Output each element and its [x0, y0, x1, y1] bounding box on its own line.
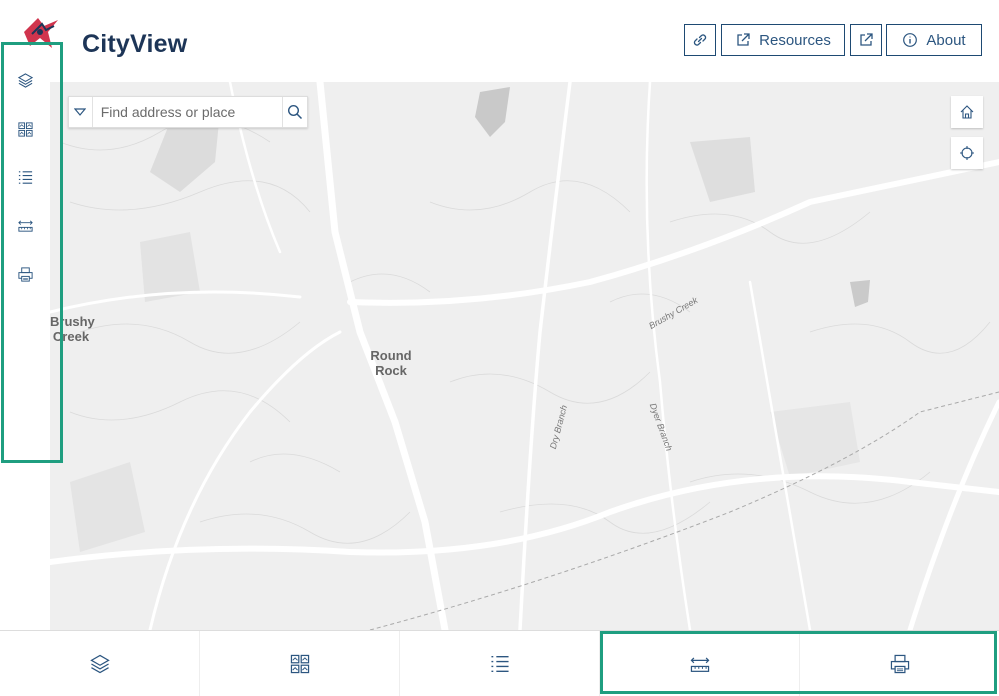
external-link-icon — [737, 33, 750, 46]
about-button[interactable]: About — [886, 24, 982, 56]
basemap-gallery-icon — [17, 121, 33, 137]
print-icon — [890, 654, 909, 673]
left-toolbar — [0, 56, 50, 696]
layers-icon — [17, 72, 33, 88]
bottom-basemap-gallery-button[interactable] — [200, 631, 400, 696]
search-input[interactable] — [92, 97, 282, 127]
about-label: About — [926, 31, 966, 49]
place-label-brushy-creek: Brushy Creek — [50, 314, 95, 344]
app-title: CityView — [82, 30, 188, 58]
legend-icon — [490, 655, 509, 672]
bottom-layers-button[interactable] — [0, 631, 200, 696]
search-button[interactable] — [281, 97, 307, 127]
map-view[interactable]: Brushy Creek Round Rock Brushy Creek Dry… — [50, 82, 999, 630]
home-button[interactable] — [951, 96, 983, 128]
print-button[interactable] — [10, 259, 40, 289]
triangle-down-icon — [74, 108, 87, 116]
locate-crosshair-icon — [960, 146, 974, 160]
home-icon — [960, 105, 974, 119]
resources-button[interactable]: Resources — [721, 24, 845, 56]
basemap — [50, 82, 999, 630]
basemap-gallery-icon — [290, 654, 309, 673]
bottom-legend-button[interactable] — [400, 631, 600, 696]
place-label-text: Round Rock — [370, 348, 412, 378]
measure-icon — [690, 656, 709, 672]
bottom-print-button[interactable] — [800, 631, 999, 696]
layers-button[interactable] — [10, 65, 40, 95]
external-link-icon — [860, 33, 873, 46]
layers-icon — [89, 654, 110, 673]
link-icon — [693, 34, 707, 46]
share-link-button[interactable] — [684, 24, 716, 56]
open-external-button[interactable] — [850, 24, 882, 56]
resources-label: Resources — [759, 31, 831, 49]
search-icon — [287, 104, 302, 120]
basemap-gallery-button[interactable] — [10, 114, 40, 144]
bottom-toolbar — [0, 630, 999, 696]
header: CityView Resources About — [0, 0, 999, 82]
place-label-round-rock: Round Rock — [368, 348, 414, 378]
city-logo — [24, 18, 58, 48]
print-icon — [17, 266, 33, 282]
locate-button[interactable] — [951, 137, 983, 169]
search-source-toggle[interactable] — [69, 97, 93, 127]
legend-icon — [18, 170, 32, 184]
legend-button[interactable] — [10, 162, 40, 192]
measure-icon — [17, 219, 33, 232]
search-widget — [68, 96, 308, 128]
measure-button[interactable] — [10, 210, 40, 240]
info-icon — [903, 33, 918, 47]
place-label-text: Brushy Creek — [50, 314, 95, 344]
bottom-measure-button[interactable] — [600, 631, 800, 696]
